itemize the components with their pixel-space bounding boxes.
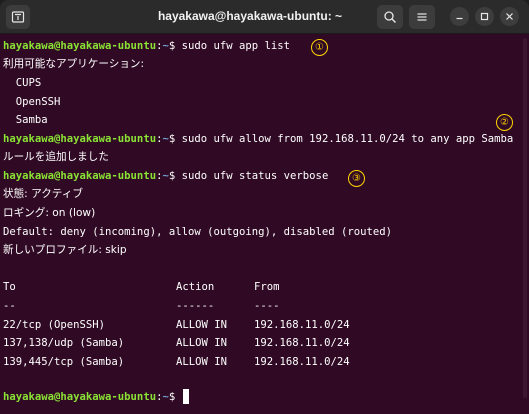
annotation-marker-1: ① <box>311 39 328 56</box>
scrollbar[interactable] <box>523 38 527 398</box>
prompt-sigil: $ <box>168 40 182 52</box>
table-row-action: ALLOW IN <box>176 337 228 349</box>
table-dashes-to: -- <box>3 300 16 312</box>
menu-button[interactable] <box>409 5 435 29</box>
new-tab-icon <box>11 11 25 23</box>
table-row-from: 192.168.11.0/24 <box>254 337 350 349</box>
default-policy-line: Default: deny (incoming), allow (outgoin… <box>3 226 393 238</box>
command-text: sudo ufw allow from 192.168.11.0/24 to a… <box>181 133 514 145</box>
maximize-icon <box>480 12 489 21</box>
table-header-to: To <box>3 281 16 293</box>
title-bar: hayakawa@hayakawa-ubuntu: ~ <box>0 0 529 34</box>
prompt-sigil: $ <box>168 391 182 403</box>
prompt-line-current: hayakawa@hayakawa-ubuntu:~$ <box>3 389 182 405</box>
prompt-user-host: hayakawa@hayakawa-ubuntu <box>3 40 157 52</box>
terminal-window: hayakawa@hayakawa-ubuntu: ~ hayakawa@hay… <box>0 0 529 414</box>
table-row-action: ALLOW IN <box>176 319 228 331</box>
table-header-action: Action <box>176 281 215 293</box>
apps-header: 利用可能なアプリケーション: <box>3 58 145 70</box>
terminal-area[interactable]: hayakawa@hayakawa-ubuntu:~$ sudo ufw app… <box>0 34 529 414</box>
prompt-line-1: hayakawa@hayakawa-ubuntu:~$ sudo ufw app… <box>3 38 290 54</box>
logging-line: ロギング: on (low) <box>3 207 96 219</box>
close-icon <box>506 13 513 20</box>
app-item-openssh: OpenSSH <box>3 96 61 108</box>
table-row-action: ALLOW IN <box>176 356 228 368</box>
minimize-button[interactable] <box>450 7 469 26</box>
close-button[interactable] <box>500 7 519 26</box>
prompt-user-host: hayakawa@hayakawa-ubuntu <box>3 170 157 182</box>
new-profile-line: 新しいプロファイル: skip <box>3 244 127 256</box>
annotation-marker-2: ② <box>496 114 513 131</box>
table-row-to: 139,445/tcp (Samba) <box>3 356 125 368</box>
prompt-line-2: hayakawa@hayakawa-ubuntu:~$ sudo ufw all… <box>3 131 513 147</box>
app-item-cups: CUPS <box>3 77 42 89</box>
search-button[interactable] <box>377 5 403 29</box>
prompt-line-3: hayakawa@hayakawa-ubuntu:~$ sudo ufw sta… <box>3 168 328 184</box>
new-tab-button[interactable] <box>6 5 30 29</box>
annotation-marker-3: ③ <box>348 170 365 187</box>
search-icon <box>384 11 396 23</box>
table-header-from: From <box>254 281 280 293</box>
command-text: sudo ufw status verbose <box>181 170 329 182</box>
window-title: hayakawa@hayakawa-ubuntu: ~ <box>157 9 343 23</box>
status-line: 状態: アクティブ <box>3 188 83 200</box>
app-item-samba: Samba <box>3 114 48 126</box>
table-dashes-action: ------ <box>176 300 215 312</box>
prompt-user-host: hayakawa@hayakawa-ubuntu <box>3 391 157 403</box>
prompt-sigil: $ <box>168 133 182 145</box>
text-cursor <box>183 389 189 404</box>
table-row-from: 192.168.11.0/24 <box>254 319 350 331</box>
rule-added-message: ルールを追加しました <box>3 151 109 163</box>
minimize-icon <box>456 17 463 20</box>
maximize-button[interactable] <box>475 7 494 26</box>
command-text: sudo ufw app list <box>181 40 291 52</box>
table-row-from: 192.168.11.0/24 <box>254 356 350 368</box>
prompt-sigil: $ <box>168 170 182 182</box>
table-row-to: 137,138/udp (Samba) <box>3 337 125 349</box>
table-dashes-from: ---- <box>254 300 280 312</box>
prompt-user-host: hayakawa@hayakawa-ubuntu <box>3 133 157 145</box>
table-row-to: 22/tcp (OpenSSH) <box>3 319 106 331</box>
hamburger-menu-icon <box>417 13 427 21</box>
